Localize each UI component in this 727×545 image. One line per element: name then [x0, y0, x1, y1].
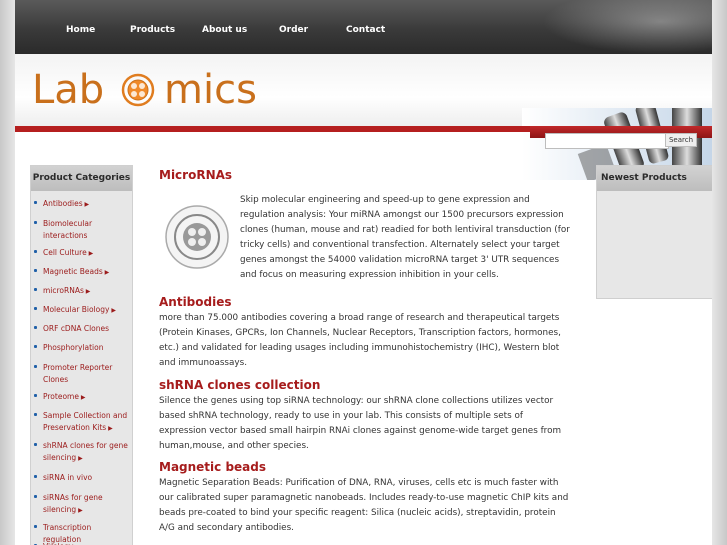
search-input[interactable]	[545, 133, 669, 149]
section-title-shrna[interactable]: shRNA clones collection	[159, 378, 320, 392]
header-banner: Lab mics	[15, 54, 712, 180]
bullet-icon	[34, 307, 37, 310]
section-title-magnetic-beads[interactable]: Magnetic beads	[159, 460, 266, 474]
logo[interactable]: Lab mics	[32, 63, 262, 117]
arrow-right-icon: ▶	[106, 425, 113, 432]
nav-contact[interactable]: Contact	[346, 25, 385, 35]
bullet-icon	[34, 394, 37, 397]
arrow-right-icon: ▶	[78, 394, 86, 401]
section-body-antibodies: more than 75.000 antibodies covering a b…	[159, 313, 561, 368]
category-label: Proteome ▶	[43, 392, 86, 401]
bullet-icon	[34, 345, 37, 348]
bullet-icon	[34, 201, 37, 204]
nav-home[interactable]: Home	[66, 25, 95, 35]
logo-mark-icon: Lab mics	[32, 67, 257, 113]
arrow-right-icon: ▶	[109, 307, 117, 314]
newest-products-panel: Newest Products	[596, 165, 712, 299]
bullet-icon	[34, 269, 37, 272]
arrow-right-icon: ▶	[82, 201, 90, 208]
microrna-logo-icon	[165, 205, 229, 269]
arrow-right-icon: ▶	[102, 269, 110, 276]
category-label: Virology ▶	[43, 541, 129, 545]
product-categories-title: Product Categories	[31, 166, 132, 191]
nav-shine-decoration	[542, 0, 712, 54]
section-title-antibodies[interactable]: Antibodies	[159, 295, 232, 309]
category-label: Magnetic Beads ▶	[43, 267, 110, 276]
category-label: shRNA clones for gene silencing ▶	[43, 441, 128, 462]
category-label: siRNAs for gene silencing ▶	[43, 493, 103, 514]
search-button[interactable]: Search	[665, 133, 697, 147]
arrow-right-icon: ▶	[83, 288, 91, 295]
category-label: Phosphorylation	[43, 343, 104, 352]
bullet-icon	[34, 250, 37, 253]
bullet-icon	[34, 365, 37, 368]
page-side-left	[0, 0, 15, 545]
bullet-icon	[34, 475, 37, 478]
nav-products[interactable]: Products	[130, 25, 175, 35]
arrow-right-icon: ▶	[86, 250, 94, 257]
category-label: Antibodies ▶	[43, 199, 90, 208]
category-label: microRNAs ▶	[43, 286, 91, 295]
section-body-shrna: Silence the genes using top siRNA techno…	[159, 396, 562, 451]
category-label: siRNA in vivo	[43, 473, 93, 482]
category-label: Biomolecular interactions	[43, 219, 93, 240]
section-body-micrornas: Skip molecular engineering and speed-up …	[240, 195, 570, 280]
svg-text:Lab: Lab	[32, 67, 104, 113]
product-categories-panel: Product Categories Antibodies ▶ Biomolecu…	[30, 165, 133, 545]
category-label: Sample Collection and Preservation Kits …	[43, 411, 128, 432]
bullet-icon	[34, 326, 37, 329]
bullet-icon	[34, 443, 37, 446]
bullet-icon	[34, 495, 37, 498]
bullet-icon	[34, 221, 37, 224]
section-title-micrornas[interactable]: MicroRNAs	[159, 168, 232, 182]
nav-about-us[interactable]: About us	[202, 25, 247, 35]
newest-products-title: Newest Products	[597, 166, 712, 191]
section-body-magnetic-beads: Magnetic Separation Beads: Purification …	[159, 478, 569, 533]
category-label: Promoter Reporter Clones	[43, 363, 113, 384]
svg-text:mics: mics	[164, 67, 257, 113]
page-wrapper: Home Products About us Order Contact Lab…	[15, 0, 712, 545]
arrow-right-icon: ▶	[76, 455, 83, 462]
nav-order[interactable]: Order	[279, 25, 308, 35]
bullet-icon	[34, 413, 37, 416]
category-label: Cell Culture ▶	[43, 248, 94, 257]
bullet-icon	[34, 288, 37, 291]
page-side-right	[712, 0, 727, 545]
category-label: Molecular Biology ▶	[43, 305, 117, 314]
category-label: ORF cDNA Clones	[43, 324, 110, 333]
bullet-icon	[34, 525, 37, 528]
arrow-right-icon: ▶	[76, 507, 83, 514]
top-navigation: Home Products About us Order Contact	[15, 0, 712, 54]
